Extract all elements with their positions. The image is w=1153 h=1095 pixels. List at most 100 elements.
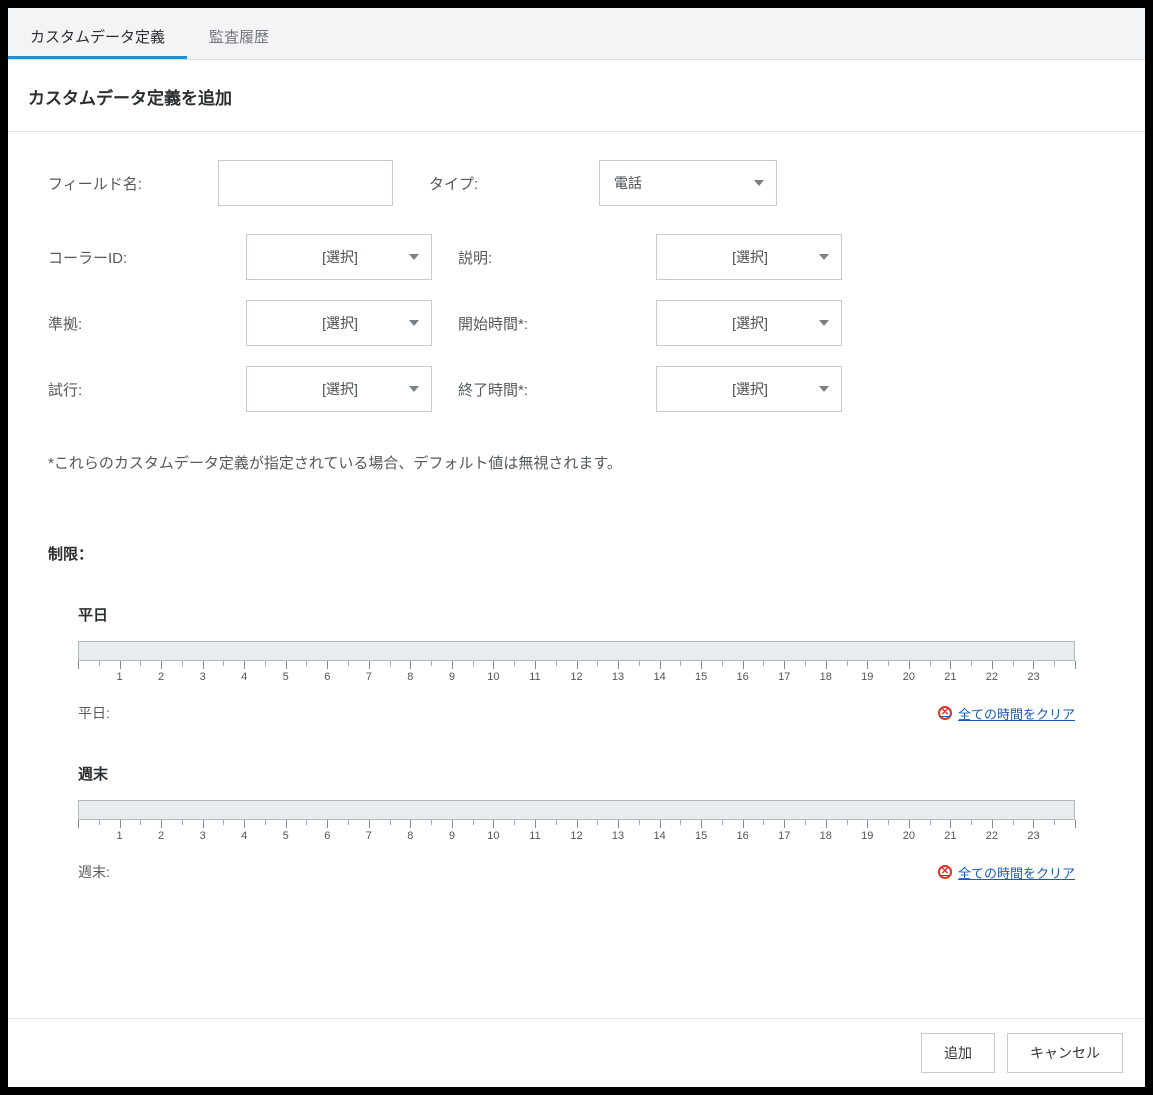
chevron-down-icon — [409, 320, 419, 326]
hour-label: 19 — [861, 830, 873, 842]
hour-label: 3 — [200, 671, 206, 683]
hour-label: 6 — [324, 671, 330, 683]
hour-label: 10 — [487, 671, 499, 683]
hour-label: 4 — [241, 671, 247, 683]
weekday-footer-label: 平日: — [78, 703, 110, 723]
type-select[interactable]: 電話 — [599, 160, 777, 206]
chevron-down-icon — [409, 254, 419, 260]
chevron-down-icon — [819, 386, 829, 392]
hour-label: 3 — [200, 830, 206, 842]
compliance-value: [選択] — [322, 313, 358, 333]
hour-label: 4 — [241, 830, 247, 842]
chevron-down-icon — [819, 254, 829, 260]
chevron-down-icon — [409, 386, 419, 392]
end-time-label: 終了時間*: — [458, 379, 656, 400]
caller-id-select[interactable]: [選択] — [246, 234, 432, 280]
start-time-select[interactable]: [選択] — [656, 300, 842, 346]
hour-label: 1 — [116, 671, 122, 683]
page-title: カスタムデータ定義を追加 — [8, 60, 1145, 131]
weekend-block: 週末 1234567891011121314151617181920212223… — [78, 763, 1075, 882]
weekday-block: 平日 1234567891011121314151617181920212223… — [78, 604, 1075, 723]
hour-label: 22 — [986, 671, 998, 683]
start-time-label: 開始時間*: — [458, 313, 656, 334]
hour-label: 18 — [820, 671, 832, 683]
hour-label: 17 — [778, 830, 790, 842]
close-icon: ✕ — [938, 706, 952, 720]
attempts-label: 試行: — [48, 379, 246, 400]
weekend-clear-link[interactable]: ✕ 全ての時間をクリア — [938, 863, 1075, 882]
hour-label: 8 — [407, 830, 413, 842]
description-select[interactable]: [選択] — [656, 234, 842, 280]
weekday-clear-link[interactable]: ✕ 全ての時間をクリア — [938, 704, 1075, 723]
hour-label: 12 — [570, 830, 582, 842]
hour-label: 22 — [986, 830, 998, 842]
attempts-value: [選択] — [322, 379, 358, 399]
cancel-button[interactable]: キャンセル — [1007, 1033, 1123, 1073]
weekend-ticks: 1234567891011121314151617181920212223 — [78, 820, 1075, 848]
field-name-label: フィールド名: — [48, 173, 218, 194]
form-area: フィールド名: タイプ: 電話 コーラーID: [選択] 準拠: — [8, 132, 1145, 422]
hour-label: 7 — [366, 830, 372, 842]
field-name-input[interactable] — [218, 160, 393, 206]
hour-label: 18 — [820, 830, 832, 842]
main-window: カスタムデータ定義 監査履歴 カスタムデータ定義を追加 フィールド名: タイプ:… — [8, 8, 1145, 1087]
hour-label: 16 — [737, 671, 749, 683]
note-text: *これらのカスタムデータ定義が指定されている場合、デフォルト値は無視されます。 — [8, 452, 1145, 473]
hour-label: 13 — [612, 671, 624, 683]
hour-label: 14 — [653, 671, 665, 683]
hour-label: 10 — [487, 830, 499, 842]
start-time-value: [選択] — [732, 313, 768, 333]
weekday-ticks: 1234567891011121314151617181920212223 — [78, 661, 1075, 689]
weekend-footer-label: 週末: — [78, 862, 110, 882]
compliance-label: 準拠: — [48, 313, 246, 334]
hour-label: 13 — [612, 830, 624, 842]
chevron-down-icon — [819, 320, 829, 326]
hour-label: 1 — [116, 830, 122, 842]
type-label: タイプ: — [429, 173, 599, 194]
hour-label: 8 — [407, 671, 413, 683]
tab-bar: カスタムデータ定義 監査履歴 — [8, 8, 1145, 60]
hour-label: 5 — [283, 830, 289, 842]
restrictions-label: 制限： — [48, 543, 1145, 564]
weekday-clear-text: 全ての時間をクリア — [958, 704, 1075, 723]
hour-label: 14 — [653, 830, 665, 842]
hour-label: 21 — [944, 830, 956, 842]
hour-label: 15 — [695, 671, 707, 683]
hour-label: 19 — [861, 671, 873, 683]
end-time-select[interactable]: [選択] — [656, 366, 842, 412]
hour-label: 15 — [695, 830, 707, 842]
description-value: [選択] — [732, 247, 768, 267]
hour-label: 9 — [449, 671, 455, 683]
hour-label: 2 — [158, 830, 164, 842]
weekday-title: 平日 — [78, 604, 1075, 625]
hour-label: 16 — [737, 830, 749, 842]
attempts-select[interactable]: [選択] — [246, 366, 432, 412]
hour-label: 23 — [1027, 830, 1039, 842]
hour-label: 9 — [449, 830, 455, 842]
hour-label: 21 — [944, 671, 956, 683]
caller-id-value: [選択] — [322, 247, 358, 267]
end-time-value: [選択] — [732, 379, 768, 399]
hour-label: 5 — [283, 671, 289, 683]
tab-custom-data[interactable]: カスタムデータ定義 — [8, 8, 187, 59]
weekend-title: 週末 — [78, 763, 1075, 784]
hour-label: 7 — [366, 671, 372, 683]
footer-bar: 追加 キャンセル — [8, 1018, 1145, 1087]
hour-label: 20 — [903, 671, 915, 683]
hour-label: 17 — [778, 671, 790, 683]
close-icon: ✕ — [938, 865, 952, 879]
hour-label: 12 — [570, 671, 582, 683]
add-button[interactable]: 追加 — [921, 1033, 995, 1073]
weekday-ruler[interactable] — [78, 641, 1075, 661]
tab-audit-history[interactable]: 監査履歴 — [187, 8, 291, 59]
caller-id-label: コーラーID: — [48, 247, 246, 268]
hour-label: 11 — [529, 671, 540, 683]
hour-label: 23 — [1027, 671, 1039, 683]
type-select-value: 電話 — [614, 173, 642, 193]
description-label: 説明: — [458, 247, 656, 268]
hour-label: 11 — [529, 830, 540, 842]
hour-label: 2 — [158, 671, 164, 683]
compliance-select[interactable]: [選択] — [246, 300, 432, 346]
weekend-ruler[interactable] — [78, 800, 1075, 820]
chevron-down-icon — [754, 180, 764, 186]
